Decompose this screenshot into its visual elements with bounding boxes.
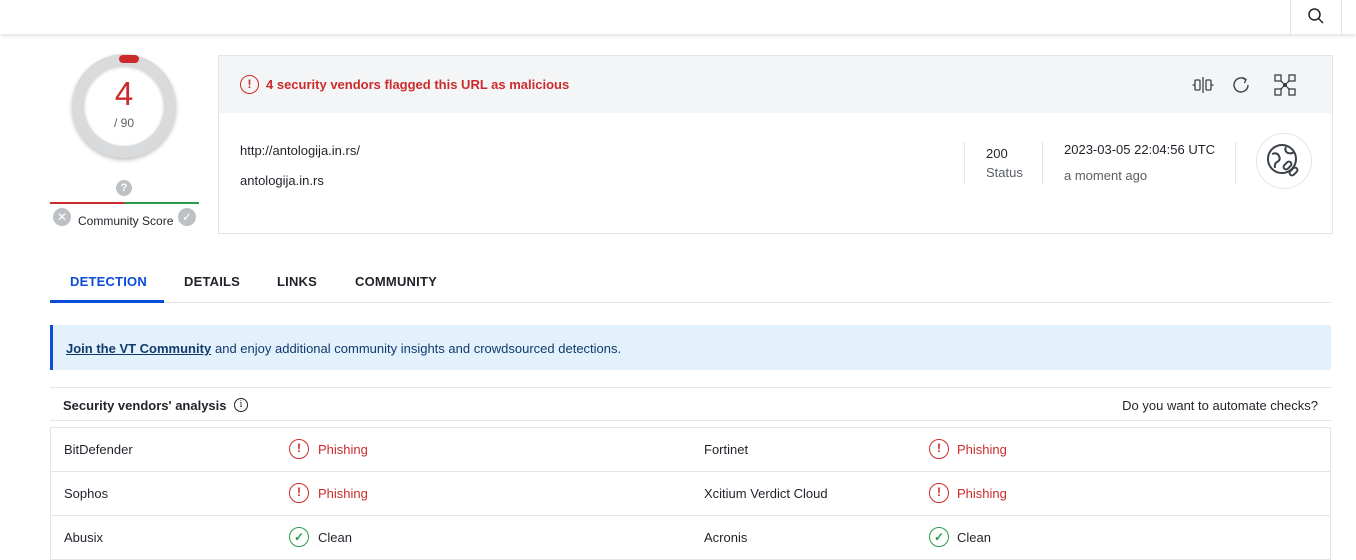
http-status-code: 200 xyxy=(986,146,1008,161)
analysis-datetime: 2023-03-05 22:04:56 UTC xyxy=(1064,142,1216,157)
score-inner: 4 / 90 xyxy=(84,66,164,146)
malicious-alert-text: 4 security vendors flagged this URL as m… xyxy=(266,77,570,92)
search-button[interactable] xyxy=(1290,0,1342,34)
banner-text: and enjoy additional community insights … xyxy=(215,341,622,356)
divider xyxy=(1042,142,1043,184)
detection-count: 4 xyxy=(114,75,134,112)
clean-check-icon: ✓ xyxy=(289,527,309,547)
vendors-header: Security vendors' analysis i Do you want… xyxy=(50,388,1331,421)
report-tabs: DETECTION DETAILS LINKS COMMUNITY xyxy=(50,262,1331,303)
vendor-name: Fortinet xyxy=(704,442,749,457)
malicious-icon: ! xyxy=(289,483,309,503)
vote-harmless-icon[interactable]: ✓ xyxy=(178,208,196,226)
vendors-analysis-section: Security vendors' analysis i Do you want… xyxy=(50,387,1331,560)
join-community-link[interactable]: Join the VT Community xyxy=(66,341,211,356)
malicious-icon: ! xyxy=(929,439,949,459)
scanned-domain[interactable]: antologija.in.rs xyxy=(240,173,324,188)
reanalyze-icon[interactable] xyxy=(1229,73,1253,97)
community-score-question-icon[interactable]: ? xyxy=(116,180,132,196)
divider xyxy=(1235,142,1236,184)
globe-link-icon xyxy=(1267,144,1299,177)
vendor-name: BitDefender xyxy=(64,442,133,457)
community-banner: Join the VT Community and enjoy addition… xyxy=(50,325,1331,370)
vendor-result: Phishing xyxy=(957,442,1007,457)
vendor-result: Clean xyxy=(318,530,352,545)
vendors-table: BitDefender ! Phishing Fortinet ! Phishi… xyxy=(50,427,1331,560)
analysis-relative-time: a moment ago xyxy=(1064,168,1148,183)
tab-links[interactable]: LINKS xyxy=(277,274,317,289)
top-bar xyxy=(0,0,1356,34)
vendor-result: Clean xyxy=(957,530,991,545)
clean-check-icon: ✓ xyxy=(929,527,949,547)
tab-detection[interactable]: DETECTION xyxy=(70,274,147,289)
http-status-label: Status xyxy=(986,165,1023,180)
tab-community[interactable]: COMMUNITY xyxy=(355,274,437,289)
alert-icon: ! xyxy=(240,75,259,94)
vendor-result: Phishing xyxy=(318,442,368,457)
vote-malicious-icon[interactable]: ✕ xyxy=(53,208,71,226)
vendor-name: Abusix xyxy=(64,530,104,545)
table-row: Abusix ✓ Clean Acronis ✓ Clean xyxy=(51,516,1330,560)
table-row: BitDefender ! Phishing Fortinet ! Phishi… xyxy=(51,428,1330,472)
vendor-name: Sophos xyxy=(64,486,109,501)
vendor-name: Acronis xyxy=(704,530,748,545)
detection-total: / 90 xyxy=(113,116,134,130)
card-header: ! 4 security vendors flagged this URL as… xyxy=(219,56,1332,113)
detection-score-ring: 4 / 90 xyxy=(72,54,176,158)
automate-checks-link[interactable]: Do you want to automate checks? xyxy=(1122,398,1318,413)
search-icon xyxy=(1308,8,1324,24)
vendors-title: Security vendors' analysis xyxy=(63,398,227,413)
malicious-icon: ! xyxy=(289,439,309,459)
compare-icon[interactable] xyxy=(1191,73,1215,97)
url-type-badge xyxy=(1256,133,1312,189)
vendor-result: Phishing xyxy=(318,486,368,501)
qr-code-icon[interactable] xyxy=(1273,73,1297,97)
tab-details[interactable]: DETAILS xyxy=(184,274,240,289)
malicious-icon: ! xyxy=(929,483,949,503)
scanned-url[interactable]: http://antologija.in.rs/ xyxy=(240,143,360,158)
info-icon[interactable]: i xyxy=(234,398,248,412)
active-tab-indicator xyxy=(50,300,164,303)
vendor-result: Phishing xyxy=(957,486,1007,501)
community-score-bar xyxy=(50,202,199,204)
community-score-label: Community Score xyxy=(78,214,174,228)
score-arc xyxy=(119,55,139,63)
vendor-name: Xcitium Verdict Cloud xyxy=(704,486,828,501)
divider xyxy=(964,142,965,184)
table-row: Sophos ! Phishing Xcitium Verdict Cloud … xyxy=(51,472,1330,516)
url-summary-card: ! 4 security vendors flagged this URL as… xyxy=(218,55,1333,234)
